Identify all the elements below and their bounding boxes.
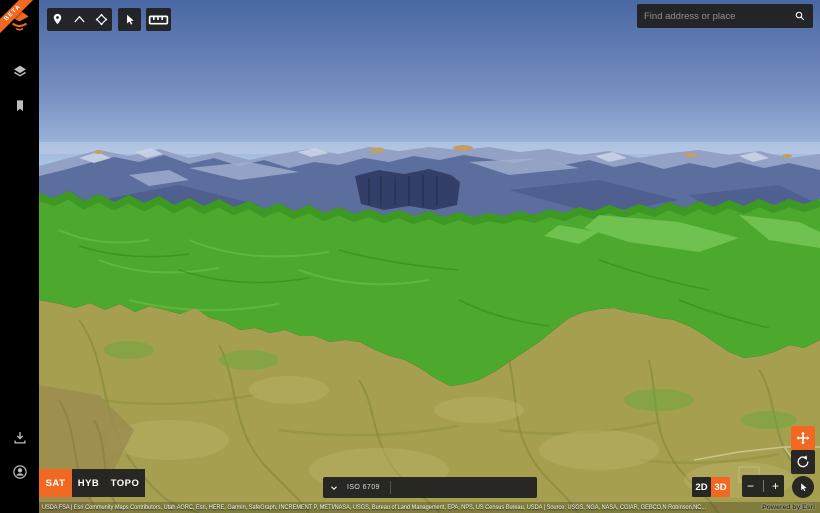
chevron-down-icon[interactable]	[329, 483, 339, 493]
sidebar	[0, 0, 39, 513]
zoom-control: − +	[742, 475, 784, 497]
bookmark-icon	[16, 100, 23, 112]
search-box	[637, 4, 813, 28]
basemap-switcher: SAT HYB TOPO	[39, 469, 145, 497]
coordinate-format-select[interactable]: ISO 6709	[347, 484, 380, 491]
map-canvas[interactable]	[39, 0, 820, 513]
powered-by-esri: Powered by Esri	[762, 503, 815, 511]
view-3d-button[interactable]: 3D	[711, 477, 730, 497]
account-icon	[12, 465, 27, 479]
zoom-in-button[interactable]: +	[772, 480, 779, 492]
bookmarks-button[interactable]	[10, 96, 30, 116]
download-icon	[13, 432, 26, 444]
polyline-icon	[74, 15, 85, 23]
pointer-mode-button[interactable]	[792, 476, 814, 498]
attribution-sources: USDA FSA | Esri Community Maps Contribut…	[42, 503, 707, 511]
draw-polygon-button[interactable]	[90, 8, 112, 31]
zoom-out-button[interactable]: −	[747, 480, 754, 492]
reset-rotation-button[interactable]	[791, 450, 815, 474]
move-icon	[796, 431, 810, 445]
rotate-ccw-icon	[797, 455, 809, 468]
select-tool-button[interactable]	[118, 8, 141, 31]
polygon-icon	[95, 13, 107, 26]
search-input[interactable]	[644, 10, 794, 22]
pin-icon	[54, 13, 62, 25]
view-2d-button[interactable]: 2D	[692, 477, 711, 497]
measure-tool-button[interactable]	[146, 8, 171, 31]
basemap-hyb-button[interactable]: HYB	[72, 469, 105, 497]
divider	[762, 480, 764, 492]
account-button[interactable]	[10, 462, 30, 482]
coordinate-bar: ISO 6709	[323, 477, 537, 498]
add-point-button[interactable]	[47, 8, 69, 31]
search-icon[interactable]	[794, 10, 806, 22]
cursor-icon	[126, 14, 134, 25]
basemap-topo-button[interactable]: TOPO	[105, 469, 145, 497]
layers-icon	[13, 65, 26, 77]
download-button[interactable]	[10, 428, 30, 448]
coordinate-input[interactable]	[390, 483, 531, 492]
basemap-sat-button[interactable]: SAT	[39, 469, 72, 497]
terrain-render	[39, 0, 820, 513]
draw-line-button[interactable]	[69, 8, 91, 31]
draw-tools-group	[47, 8, 112, 31]
pan-mode-button[interactable]	[791, 426, 815, 450]
ruler-icon	[148, 15, 169, 25]
attribution-bar: USDA FSA | Esri Community Maps Contribut…	[0, 502, 820, 513]
layers-button[interactable]	[10, 62, 30, 82]
cursor-icon	[800, 482, 806, 491]
